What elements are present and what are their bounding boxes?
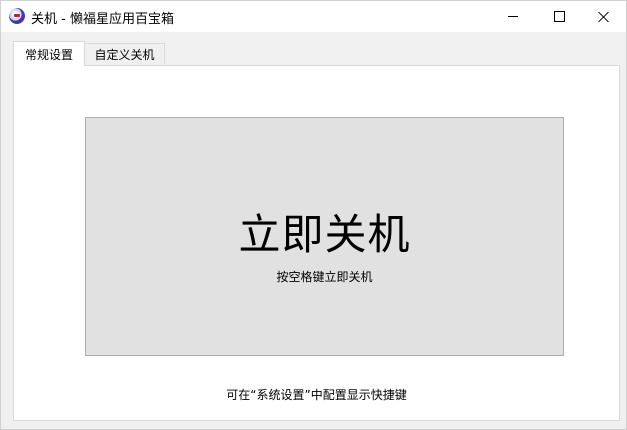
shutdown-now-button[interactable]: 立即关机 按空格键立即关机 <box>85 117 564 356</box>
shutdown-button-sublabel: 按空格键立即关机 <box>276 270 373 284</box>
tab-panel-general: 立即关机 按空格键立即关机 可在“系统设置”中配置显示快捷键 <box>13 65 620 421</box>
window-title: 关机 - 懒福星应用百宝箱 <box>31 12 174 27</box>
maximize-button[interactable] <box>536 1 582 32</box>
app-logo-icon <box>9 8 25 24</box>
title-bar: 关机 - 懒福星应用百宝箱 <box>1 1 626 32</box>
close-button[interactable] <box>581 1 627 32</box>
tab-custom-shutdown[interactable]: 自定义关机 <box>85 43 165 64</box>
minimize-icon <box>508 16 518 17</box>
tab-label: 常规设置 <box>24 47 73 62</box>
tab-label: 自定义关机 <box>94 47 155 62</box>
minimize-button[interactable] <box>490 1 536 32</box>
shutdown-button-label: 立即关机 <box>238 210 411 259</box>
shortcut-hint-text: 可在“系统设置”中配置显示快捷键 <box>226 388 407 402</box>
maximize-icon <box>553 11 565 22</box>
close-icon <box>598 11 610 23</box>
app-window: 关机 - 懒福星应用百宝箱 常规设置 自定义关机 立即关机 按空格键立即关机 可… <box>0 0 627 430</box>
tab-general-settings[interactable]: 常规设置 <box>13 41 85 66</box>
